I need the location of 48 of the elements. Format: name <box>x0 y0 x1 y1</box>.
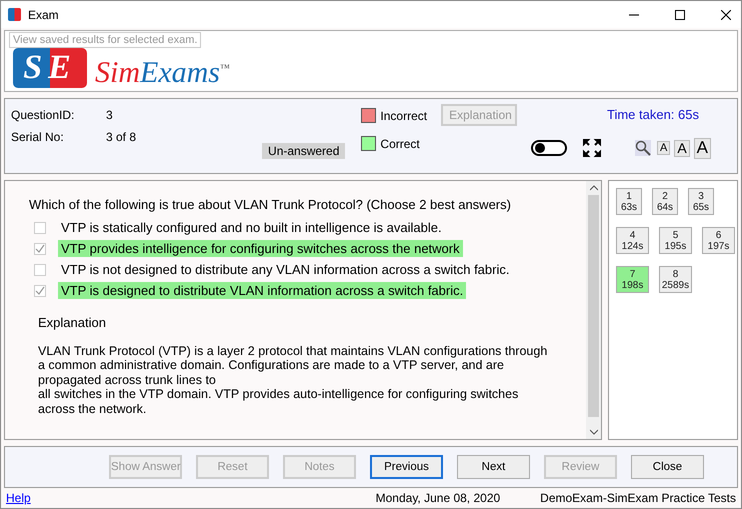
answer-option: VTP provides intelligence for configuring switches across the network <box>58 240 463 257</box>
answer-option: VTP is not designed to distribute any VLAN information across a switch fabric. <box>58 261 512 278</box>
legend-label: Incorrect <box>380 108 428 122</box>
font-size-button[interactable]: A <box>656 141 670 156</box>
legend-label: Correct <box>380 136 420 150</box>
question-text: Which of the following is true about VLAN Trunk Protocol? (Choose 2 best answers) <box>29 197 512 212</box>
scroll-down-icon[interactable] <box>590 429 598 435</box>
status-date: Monday, June 08, 2020 <box>376 491 500 505</box>
question-button[interactable]: 8 2589s <box>659 266 692 293</box>
question-id-value: 3 <box>106 108 113 122</box>
window-title: Exam <box>28 8 59 22</box>
maximize-icon[interactable] <box>675 10 685 20</box>
nav-button[interactable]: Close <box>631 455 704 479</box>
question-button[interactable]: 2 64s <box>652 188 678 215</box>
answer-option: VTP is statically configured and no built in intelligence is available. <box>58 219 445 236</box>
serial-value: 3 of 8 <box>106 130 136 144</box>
nav-button[interactable]: Previous <box>370 455 443 479</box>
answer-checkbox[interactable] <box>34 222 46 234</box>
status-product: DemoExam-SimExam Practice Tests <box>540 491 736 505</box>
close-icon[interactable] <box>721 10 731 20</box>
scrollbar[interactable] <box>586 181 601 439</box>
app-icon <box>8 8 21 21</box>
font-size-button[interactable]: A <box>674 140 690 158</box>
font-size-button[interactable]: A <box>694 138 711 159</box>
question-button[interactable]: 3 65s <box>688 188 714 215</box>
tooltip: View saved results for selected exam. <box>9 32 202 48</box>
question-button[interactable]: 4 124s <box>616 227 649 254</box>
explanation-title: Explanation <box>38 315 107 330</box>
serial-label: Serial No: <box>11 130 65 144</box>
answer-checkbox[interactable] <box>34 264 46 276</box>
toggle-switch[interactable] <box>530 140 567 156</box>
question-button[interactable]: 5 195s <box>659 227 692 254</box>
answer-checkbox[interactable] <box>34 284 46 296</box>
fullscreen-icon[interactable] <box>582 139 601 158</box>
explanation-text: VLAN Trunk Protocol (VTP) is a layer 2 protocol that maintains VLAN configurations through a common administrative domain. Configurations are made to a VTP server, and are propagated across trunk lines to all switches in the VTP domain. VTP provides auto-intelligence for configuring switches across the network. <box>38 344 548 416</box>
question-button[interactable]: 1 63s <box>616 188 642 215</box>
answer-option: VTP is designed to distribute VLAN information across a switch fabric. <box>58 282 466 299</box>
question-id-label: QuestionID: <box>11 108 76 122</box>
question-button[interactable]: 6 197s <box>702 227 735 254</box>
nav-button[interactable]: Next <box>457 455 530 479</box>
logo-text: SimExams$^{™}$ <box>95 58 230 88</box>
answer-checkbox[interactable] <box>34 242 46 254</box>
answer-status: Un-answered <box>262 143 346 159</box>
search-icon[interactable] <box>634 140 651 156</box>
time-taken: Time taken: 65s <box>606 107 700 122</box>
scroll-up-icon[interactable] <box>590 185 598 191</box>
question-button[interactable]: 7 198s <box>616 266 649 293</box>
help-link[interactable]: Help <box>6 491 31 505</box>
